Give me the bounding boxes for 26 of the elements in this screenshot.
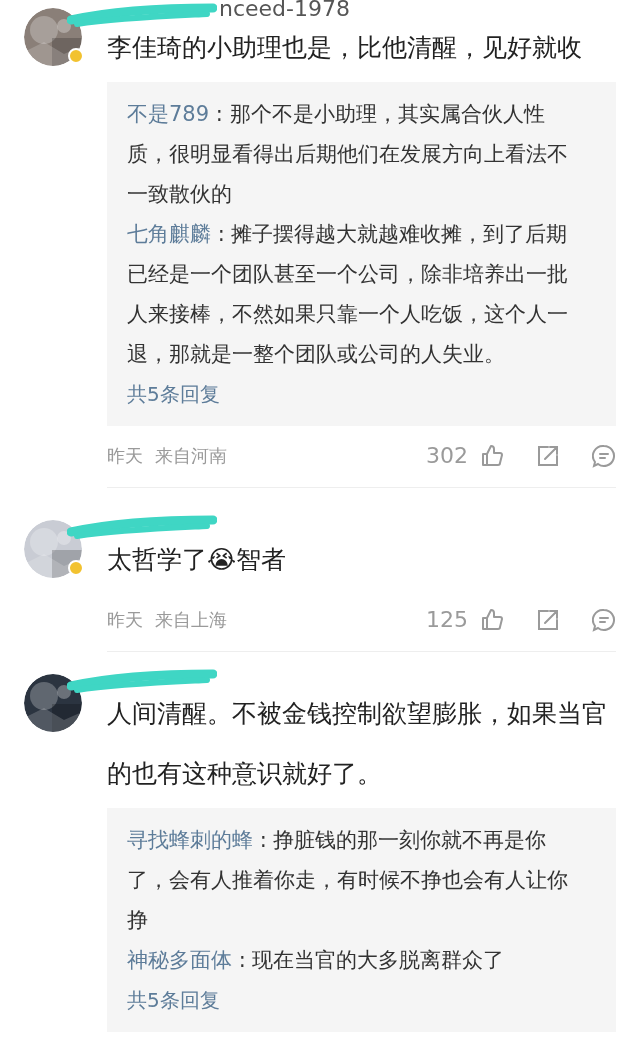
reply-text: 寻找蜂刺的蜂 : 挣脏钱的那一刻你就不再是你了，会有人推着你走，有时候不挣也会有人让你挣 (127, 827, 569, 934)
comment-location: 来自上海 (155, 608, 227, 632)
thumbs-up-icon[interactable] (480, 607, 504, 632)
comment-text: 太哲学了😭智者 (107, 544, 288, 576)
reply-text: 七角麒麟 : 摊子摆得越大就越难收摊，到了后期已经是一个团队甚至一个公司，除非培养出一批人来接棒，不然如果只靠一个人吃饭，这个人一退，那就是一整个团队或公司的人失业。 (127, 221, 569, 368)
thumbs-up-icon[interactable] (480, 443, 504, 468)
comment-text: 人间清醒。不被金钱控制欲望膨胀，如果当官的也有这种意识就好了。 (107, 698, 608, 790)
comment-icon[interactable] (592, 443, 616, 468)
like-count: 302 (426, 442, 468, 470)
reply-text: 神秘多面体 : 现在当官的大多脱离群众了 (127, 947, 506, 974)
reply-text: 不是789 : 那个不是小助理，其实属合伙人性质，很明显看得出后期他们在发展方向上看法不一致散伙的 (127, 101, 569, 208)
reply-author[interactable]: 不是789 (127, 102, 210, 126)
more-replies-link[interactable]: 共5条回复 (127, 374, 220, 414)
reply-author[interactable]: 寻找蜂刺的蜂 (127, 828, 253, 852)
comment-text: 李佳琦的小助理也是，比他清醒，见好就收 (107, 32, 583, 64)
reply-author[interactable]: 七角麒麟 (127, 222, 211, 246)
more-replies-link[interactable]: 共5条回复 (127, 980, 220, 1020)
share-icon[interactable] (536, 443, 560, 468)
share-icon[interactable] (536, 607, 560, 632)
like-count: 125 (426, 606, 468, 634)
username[interactable]: nceed-1978 (219, 0, 350, 24)
comment-location: 来自河南 (155, 444, 227, 468)
comment-time: 昨天 (107, 444, 143, 468)
comment-time: 昨天 (107, 608, 143, 632)
comment-icon[interactable] (592, 607, 616, 632)
reply-author[interactable]: 神秘多面体 (127, 948, 232, 972)
